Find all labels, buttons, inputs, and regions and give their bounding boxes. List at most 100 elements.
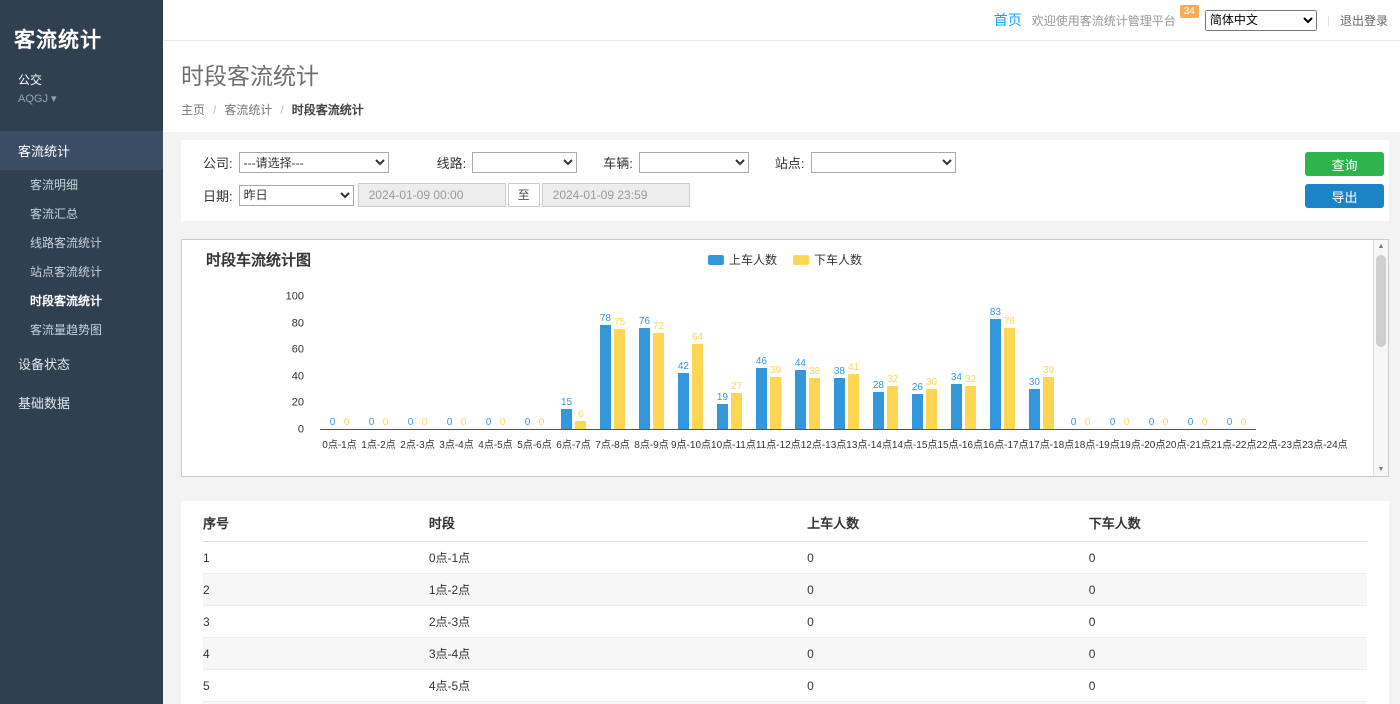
- table-cell: 0点-1点: [429, 542, 807, 574]
- x-axis-label: 23点-24点: [1302, 436, 1348, 451]
- table-cell: 0: [807, 606, 1089, 638]
- bar: [653, 333, 664, 429]
- bar-下车人数: 0: [341, 297, 352, 429]
- chart-legend: 上车人数下车人数: [708, 251, 862, 268]
- bar-value-label: 0: [422, 417, 428, 428]
- bar: [795, 370, 806, 429]
- sidebar-item[interactable]: 设备状态: [0, 344, 163, 383]
- sidebar-item[interactable]: 时段客流统计: [0, 286, 163, 315]
- date-start-input[interactable]: [358, 183, 506, 207]
- legend-item[interactable]: 下车人数: [793, 251, 862, 268]
- table-header-cell: 时段: [429, 503, 807, 542]
- sidebar-item[interactable]: 客流量趋势图: [0, 315, 163, 344]
- date-label: 日期:: [203, 186, 233, 205]
- bar-value-label: 76: [1004, 316, 1015, 327]
- date-preset-select[interactable]: 昨日: [239, 185, 354, 206]
- table-cell: 0: [807, 574, 1089, 606]
- y-axis-tick-label: 20: [292, 398, 304, 409]
- bar-value-label: 42: [678, 361, 689, 372]
- breadcrumb-item[interactable]: 主页: [181, 101, 205, 118]
- sidebar-item[interactable]: 站点客流统计: [0, 257, 163, 286]
- scrollbar-up-icon[interactable]: ▲: [1374, 243, 1388, 250]
- bar-下车人数: 32: [965, 297, 976, 429]
- logout-link[interactable]: 退出登录: [1340, 12, 1388, 29]
- line-select[interactable]: [472, 152, 577, 173]
- bar: [1029, 389, 1040, 429]
- bar-value-label: 0: [369, 417, 375, 428]
- bar: [834, 378, 845, 429]
- sidebar-item[interactable]: 客流汇总: [0, 199, 163, 228]
- bar: [614, 329, 625, 429]
- bar-group: 00: [1217, 297, 1256, 429]
- scrollbar-down-icon[interactable]: ▼: [1374, 466, 1388, 473]
- x-axis-label: 20点-21点: [1165, 436, 1211, 451]
- bar-group: 1927: [710, 297, 749, 429]
- bar-value-label: 30: [926, 377, 937, 388]
- table-row: 54点-5点00: [203, 670, 1367, 702]
- bar: [756, 368, 767, 429]
- bar-group: 00: [1061, 297, 1100, 429]
- vehicle-select[interactable]: [639, 152, 749, 173]
- bar-value-label: 0: [1241, 417, 1247, 428]
- bar-value-label: 27: [731, 381, 742, 392]
- sidebar-item[interactable]: 客流明细: [0, 170, 163, 199]
- bar-下车人数: 32: [887, 297, 898, 429]
- bar-上车人数: 0: [444, 297, 455, 429]
- home-link[interactable]: 首页: [994, 10, 1022, 30]
- bar: [575, 421, 586, 429]
- legend-item[interactable]: 上车人数: [708, 251, 777, 268]
- bar-下车人数: 30: [926, 297, 937, 429]
- chart-scrollbar[interactable]: ▲ ▼: [1373, 240, 1388, 476]
- bar-value-label: 6: [578, 409, 584, 420]
- sidebar-item[interactable]: 线路客流统计: [0, 228, 163, 257]
- table-body: 10点-1点0021点-2点0032点-3点0043点-4点0054点-5点00…: [203, 542, 1367, 704]
- bar-value-label: 39: [770, 365, 781, 376]
- bar-上车人数: 0: [522, 297, 533, 429]
- bar-value-label: 64: [692, 332, 703, 343]
- bar-value-label: 0: [1071, 417, 1077, 428]
- table-cell: 1点-2点: [429, 574, 807, 606]
- table-cell: 0: [807, 670, 1089, 702]
- bar-value-label: 0: [344, 417, 350, 428]
- bar: [692, 344, 703, 429]
- bar: [965, 386, 976, 429]
- bar-下车人数: 39: [770, 297, 781, 429]
- x-axis-label: 4点-5点: [476, 436, 515, 451]
- query-button[interactable]: 查询: [1305, 152, 1384, 176]
- export-button[interactable]: 导出: [1305, 184, 1384, 208]
- bar-下车人数: 75: [614, 297, 625, 429]
- org-code-dropdown[interactable]: AQGJ ▾: [18, 92, 145, 105]
- company-select[interactable]: ---请选择---: [239, 152, 389, 173]
- sidebar-item[interactable]: 基础数据: [0, 383, 163, 422]
- date-end-input[interactable]: [542, 183, 690, 207]
- table-row: 43点-4点00: [203, 638, 1367, 670]
- bar-group: 00: [398, 297, 437, 429]
- bar-group: 00: [515, 297, 554, 429]
- bar-上车人数: 19: [717, 297, 728, 429]
- table-cell: 0: [1089, 670, 1367, 702]
- bar: [809, 378, 820, 429]
- station-select[interactable]: [811, 152, 956, 173]
- language-select[interactable]: 简体中文: [1205, 10, 1317, 31]
- breadcrumb-item: 时段客流统计: [292, 101, 364, 118]
- line-label: 线路:: [437, 153, 467, 172]
- notification-badge: 34: [1180, 5, 1199, 18]
- table-cell: 2点-3点: [429, 606, 807, 638]
- bar-value-label: 0: [500, 417, 506, 428]
- bar-value-label: 0: [539, 417, 545, 428]
- x-axis-label: 13点-14点: [846, 436, 892, 451]
- bar-value-label: 26: [912, 382, 923, 393]
- bar-group: 00: [1178, 297, 1217, 429]
- sidebar-item[interactable]: 客流统计: [0, 131, 163, 170]
- bar-value-label: 19: [717, 392, 728, 403]
- legend-marker: [708, 255, 724, 265]
- bar-value-label: 41: [848, 362, 859, 373]
- bar: [731, 393, 742, 429]
- breadcrumb-item[interactable]: 客流统计: [224, 101, 272, 118]
- scrollbar-thumb[interactable]: [1376, 255, 1386, 347]
- bar-value-label: 0: [525, 417, 531, 428]
- bar-value-label: 44: [795, 358, 806, 369]
- bar-value-label: 83: [990, 307, 1001, 318]
- x-axis-label: 12点-13点: [801, 436, 847, 451]
- bar: [717, 404, 728, 429]
